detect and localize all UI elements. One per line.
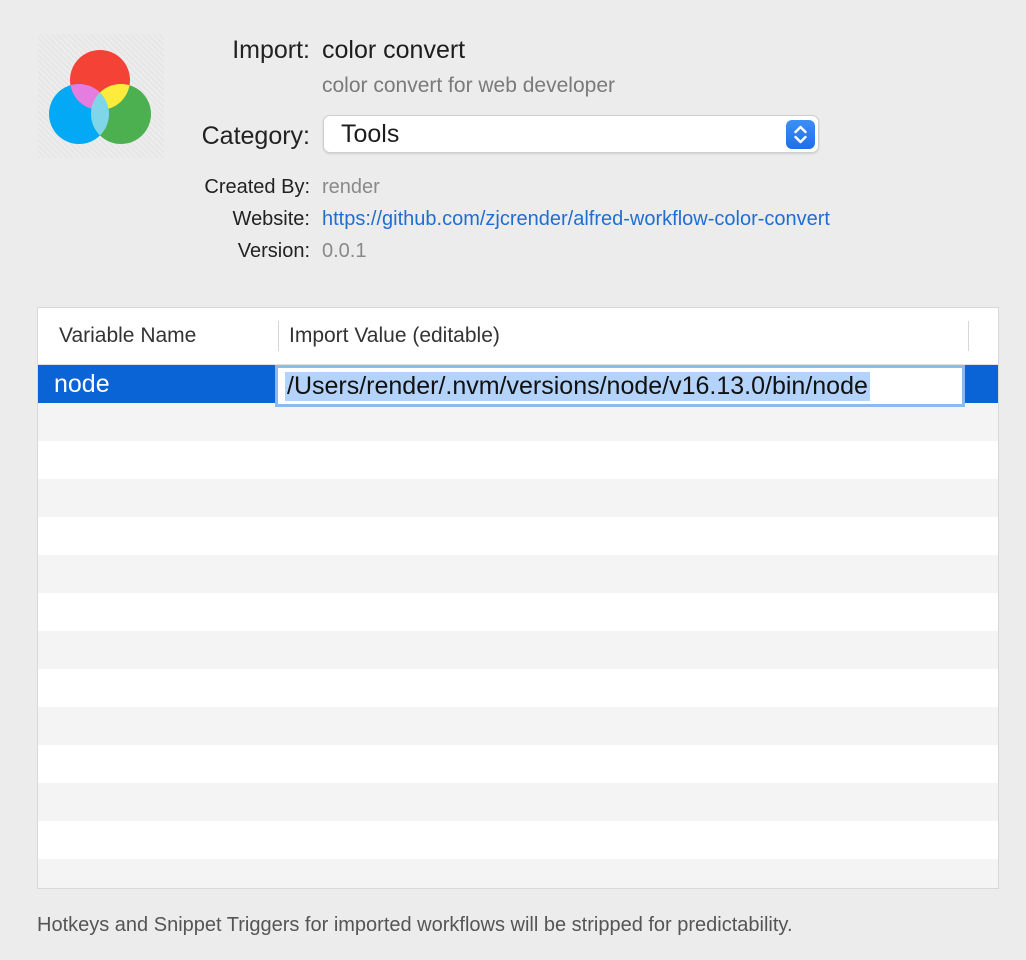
import-value-text: /Users/render/.nvm/versions/node/v16.13.… — [285, 372, 870, 401]
workflow-name: color convert — [322, 36, 466, 64]
created-by-label: Created By: — [204, 176, 310, 198]
variables-table: Variable Name Import Value (editable) no… — [37, 307, 999, 889]
column-divider[interactable] — [968, 321, 969, 351]
variable-name-cell: node — [54, 370, 110, 398]
select-stepper-icon[interactable] — [786, 120, 815, 149]
workflow-subtitle: color convert for web developer — [322, 74, 615, 97]
import-label: Import: — [232, 36, 310, 64]
category-select[interactable]: Tools — [323, 115, 819, 153]
column-header-import-value[interactable]: Import Value (editable) — [289, 324, 500, 348]
footer-note: Hotkeys and Snippet Triggers for importe… — [37, 914, 793, 936]
import-value-field[interactable]: /Users/render/.nvm/versions/node/v16.13.… — [275, 365, 965, 407]
column-header-variable-name[interactable]: Variable Name — [59, 324, 196, 348]
table-header: Variable Name Import Value (editable) — [38, 308, 998, 365]
website-label: Website: — [232, 208, 310, 230]
import-workflow-window: Import: color convert color convert for … — [0, 0, 1026, 960]
empty-rows — [38, 403, 998, 888]
website-link[interactable]: https://github.com/zjcrender/alfred-work… — [322, 208, 830, 231]
created-by-value: render — [322, 176, 380, 198]
category-label: Category: — [201, 122, 310, 150]
column-divider[interactable] — [278, 321, 279, 351]
version-value: 0.0.1 — [322, 240, 367, 262]
table-row[interactable]: node /Users/render/.nvm/versions/node/v1… — [38, 365, 998, 407]
category-selected-value: Tools — [341, 120, 400, 148]
version-label: Version: — [237, 240, 310, 262]
